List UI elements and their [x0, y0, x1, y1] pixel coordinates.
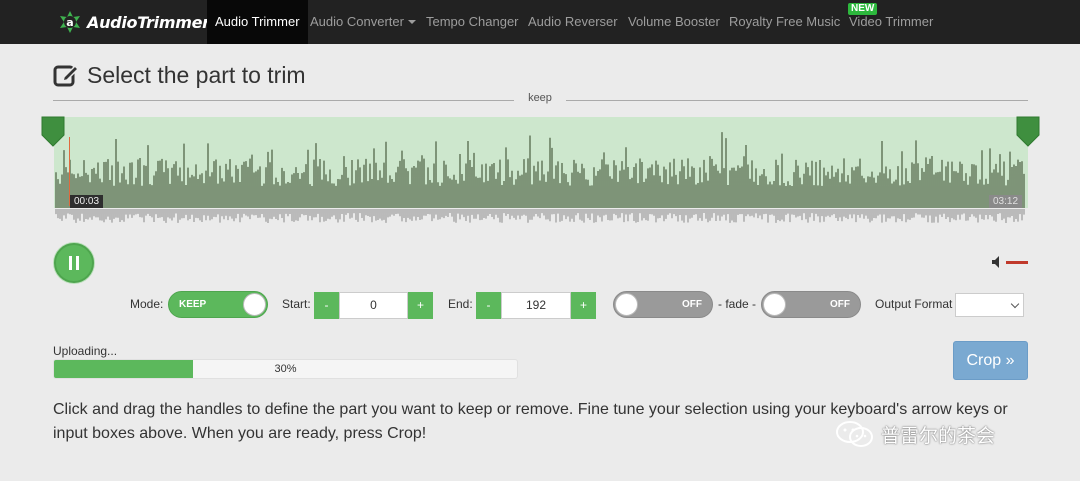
nav-volume-booster[interactable]: Volume Booster	[628, 0, 720, 44]
fade-out-toggle[interactable]: OFF	[761, 291, 861, 318]
fade-in-state: OFF	[682, 299, 702, 310]
crop-button[interactable]: Crop »	[953, 341, 1028, 380]
chevron-down-icon	[407, 19, 416, 24]
end-decrement-button[interactable]: -	[476, 292, 501, 319]
page-title: Select the part to trim	[53, 59, 306, 91]
chevron-down-icon	[1010, 299, 1020, 309]
brand-name: AudioTrimmer	[87, 12, 210, 32]
start-increment-button[interactable]: +	[408, 292, 433, 319]
start-handle[interactable]	[41, 115, 65, 147]
edit-icon	[53, 64, 79, 87]
logo-icon: a	[60, 11, 80, 33]
fade-in-knob	[615, 293, 638, 316]
watermark: 普雷尔的茶会	[835, 420, 995, 448]
volume-icon[interactable]	[992, 256, 1002, 268]
wechat-icon	[836, 421, 873, 447]
top-navbar: a AudioTrimmer Audio Trimmer Audio Conve…	[0, 0, 1080, 44]
nav-audio-trimmer[interactable]: Audio Trimmer	[207, 0, 308, 44]
mode-indicator-label: keep	[528, 92, 552, 104]
start-label: Start:	[282, 297, 311, 311]
nav-audio-converter[interactable]: Audio Converter	[310, 0, 416, 44]
mode-toggle[interactable]: KEEP	[168, 291, 268, 318]
fade-out-state: OFF	[830, 299, 850, 310]
current-time: 00:03	[70, 195, 104, 208]
end-handle[interactable]	[1016, 115, 1040, 147]
waveform-lower	[55, 209, 1025, 223]
duration-time: 03:12	[989, 195, 1023, 208]
volume-slider[interactable]	[1006, 261, 1028, 264]
logo-mark-letter: a	[66, 16, 73, 29]
output-format-label: Output Format	[875, 297, 953, 311]
mode-toggle-text: KEEP	[179, 299, 207, 310]
nav-tempo-changer[interactable]: Tempo Changer	[426, 0, 519, 44]
waveform-svg	[55, 132, 1025, 223]
nav-royalty-free-music[interactable]: Royalty Free Music	[729, 0, 840, 44]
fade-in-toggle[interactable]: OFF	[613, 291, 713, 318]
waveform[interactable]	[54, 117, 1028, 227]
end-increment-button[interactable]: +	[571, 292, 596, 319]
mode-label: Mode:	[130, 297, 164, 311]
divider-left	[53, 100, 514, 101]
fade-label: - fade -	[718, 297, 757, 311]
brand-logo[interactable]: a AudioTrimmer	[59, 9, 210, 35]
divider-right	[566, 100, 1028, 101]
pause-icon	[69, 256, 72, 270]
new-badge: NEW	[848, 3, 878, 15]
start-input[interactable]: 0	[339, 292, 408, 319]
pause-icon-bar	[76, 256, 79, 270]
watermark-text: 普雷尔的茶会	[881, 424, 996, 447]
nav-audio-converter-label: Audio Converter	[310, 14, 404, 29]
page-title-text: Select the part to trim	[87, 61, 306, 88]
end-label: End:	[448, 297, 473, 311]
progress-percent: 30%	[274, 363, 297, 375]
fade-out-knob	[763, 293, 786, 316]
mode-toggle-knob	[243, 293, 266, 316]
pause-button[interactable]	[54, 243, 94, 283]
waveform-upper	[55, 132, 1025, 208]
nav-audio-reverser[interactable]: Audio Reverser	[528, 0, 618, 44]
start-decrement-button[interactable]: -	[314, 292, 339, 319]
upload-status: Uploading...	[53, 344, 118, 358]
output-format-select[interactable]	[955, 293, 1024, 317]
end-input[interactable]: 192	[501, 292, 571, 319]
upload-progress-bar: 30%	[53, 359, 518, 379]
